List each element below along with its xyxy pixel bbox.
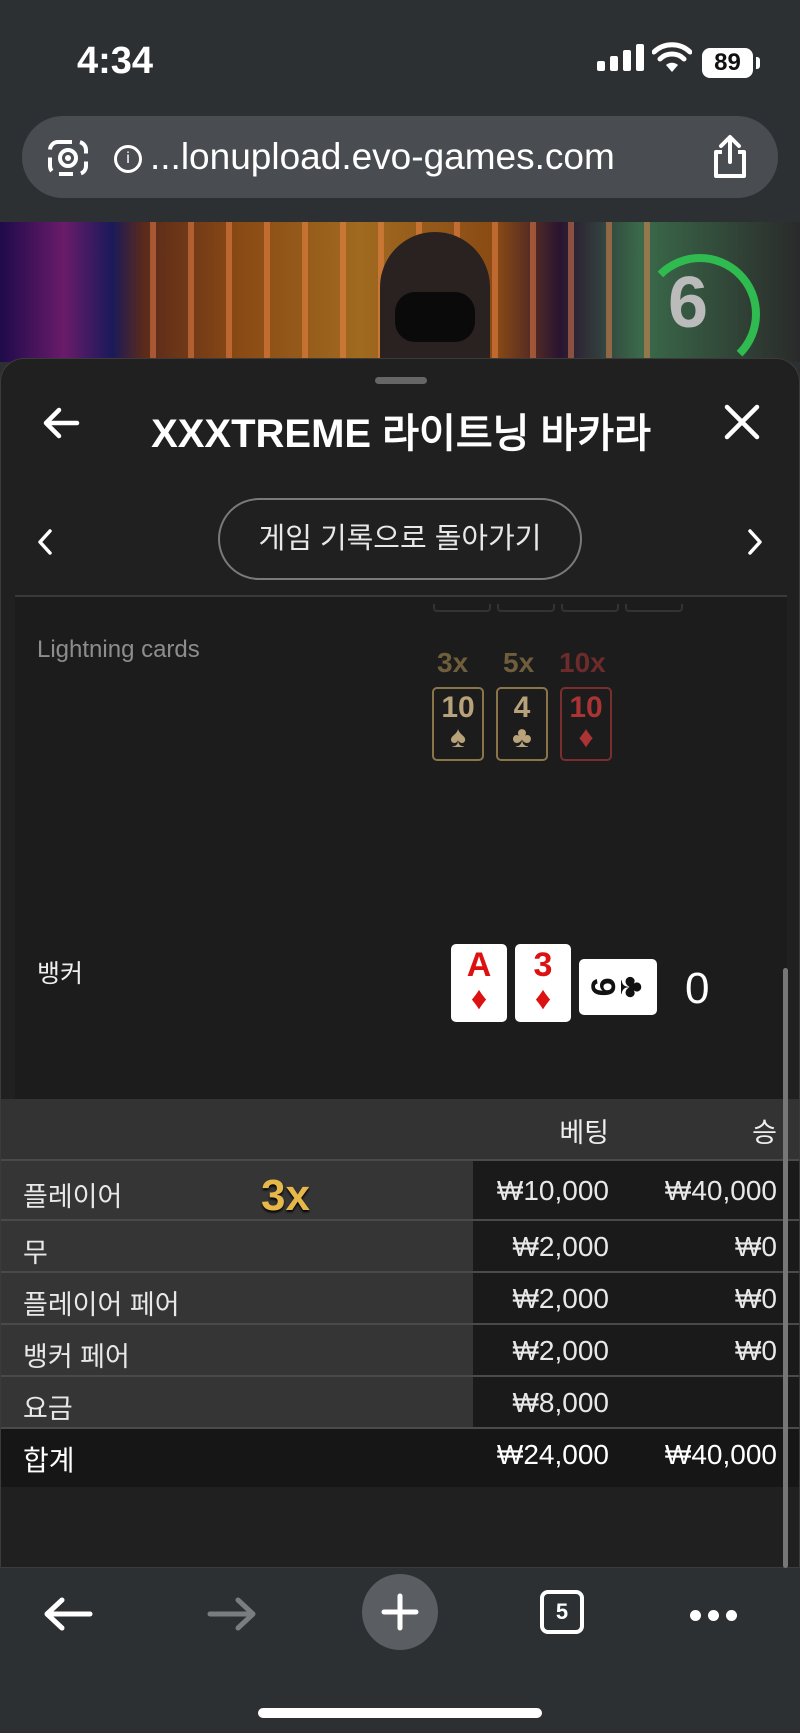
close-icon[interactable] xyxy=(723,403,761,446)
status-time: 4:34 xyxy=(77,40,154,82)
url-text[interactable]: i ...lonupload.evo-games.com xyxy=(114,136,615,178)
drag-handle[interactable] xyxy=(375,377,427,384)
total-win: ₩40,000 xyxy=(664,1439,777,1470)
bet-type: 요금 xyxy=(23,1394,73,1424)
card-stub xyxy=(625,604,683,612)
column-header-win: 승 xyxy=(752,1118,777,1148)
browser-toolbar: 5 xyxy=(0,1568,800,1733)
bet-amount: ₩2,000 xyxy=(512,1335,610,1366)
status-bar: 4:34 89 xyxy=(0,0,800,115)
banker-card: A ♦ xyxy=(451,944,507,1022)
win-amount: ₩0 xyxy=(735,1335,777,1366)
back-icon[interactable] xyxy=(42,1594,94,1639)
battery-indicator: 89 xyxy=(702,48,760,78)
diamond-icon: ♦ xyxy=(578,721,594,754)
card-stub xyxy=(497,604,555,612)
club-icon: ♣ xyxy=(613,975,652,999)
more-menu-icon[interactable] xyxy=(690,1608,744,1626)
lens-icon[interactable] xyxy=(46,136,90,180)
banker-card: 3 ♦ xyxy=(515,944,571,1022)
next-round-chevron-icon[interactable] xyxy=(745,527,765,562)
club-icon: ♣ xyxy=(512,721,532,754)
panel-title: XXXTREME 라이트닝 바카라 xyxy=(151,412,651,456)
wifi-icon xyxy=(651,42,693,79)
bet-amount: ₩10,000 xyxy=(496,1175,609,1206)
countdown-timer: 6 xyxy=(668,263,709,343)
banker-score: 0 xyxy=(685,964,710,1013)
bet-amount: ₩2,000 xyxy=(512,1283,610,1314)
column-header-bet: 베팅 xyxy=(559,1118,609,1148)
game-history-panel: XXXTREME 라이트닝 바카라 게임 기록으로 돌아가기 Lightning… xyxy=(0,358,800,1568)
home-indicator[interactable] xyxy=(258,1708,542,1718)
win-amount: ₩0 xyxy=(735,1231,777,1262)
bets-table: 베팅 승 플레이어 3x ₩10,000 ₩40,000 무 ₩2,000 ₩0… xyxy=(1,1099,799,1487)
bet-type: 플레이어 xyxy=(23,1182,123,1212)
bet-amount: ₩2,000 xyxy=(512,1231,610,1262)
back-to-history-button[interactable]: 게임 기록으로 돌아가기 xyxy=(218,498,582,580)
table-row: 요금 ₩8,000 xyxy=(1,1375,799,1427)
bet-amount: ₩8,000 xyxy=(512,1387,610,1418)
share-icon[interactable] xyxy=(710,134,750,185)
spade-icon: ♠ xyxy=(450,721,466,754)
total-label: 합계 xyxy=(23,1445,75,1476)
cellular-signal-icon xyxy=(597,44,649,71)
card-rank: A xyxy=(466,946,492,984)
win-amount: ₩40,000 xyxy=(664,1175,777,1206)
table-header: 베팅 승 xyxy=(1,1099,799,1159)
url-value: ...lonupload.evo-games.com xyxy=(150,136,615,177)
card-rank: 3 xyxy=(533,946,553,984)
bet-type: 플레이어 페어 xyxy=(23,1290,180,1320)
live-video: 6 xyxy=(0,222,800,362)
bet-type: 뱅커 페어 xyxy=(23,1342,130,1372)
table-row: 뱅커 페어 ₩2,000 ₩0 xyxy=(1,1323,799,1375)
card-stub xyxy=(561,604,619,612)
site-info-icon[interactable]: i xyxy=(114,145,142,174)
lightning-multiplier: 10x xyxy=(559,647,606,678)
scrollbar[interactable] xyxy=(783,968,788,1568)
diamond-icon: ♦ xyxy=(534,980,552,1016)
banker-card-sideways: 9 ♣ xyxy=(579,959,657,1015)
banker-label: 뱅커 xyxy=(37,960,84,988)
card-stub xyxy=(433,604,491,612)
table-total-row: 합계 ₩24,000 ₩40,000 xyxy=(1,1427,799,1487)
table-row: 플레이어 페어 ₩2,000 ₩0 xyxy=(1,1271,799,1323)
new-tab-button[interactable] xyxy=(362,1574,438,1650)
bet-type: 무 xyxy=(23,1238,48,1268)
forward-icon[interactable] xyxy=(206,1594,258,1639)
table-row: 플레이어 3x ₩10,000 ₩40,000 xyxy=(1,1159,799,1220)
address-bar[interactable]: i ...lonupload.evo-games.com xyxy=(22,116,778,198)
lightning-card: 4 ♣ xyxy=(496,687,548,761)
round-detail xyxy=(15,597,787,1099)
lightning-card: 10 ♦ xyxy=(560,687,612,761)
dealer-mask xyxy=(395,292,475,342)
applied-multiplier: 3x xyxy=(261,1171,310,1220)
win-amount: ₩0 xyxy=(735,1283,777,1314)
previous-round-chevron-icon[interactable] xyxy=(35,527,55,562)
card-rank: 10 xyxy=(441,691,475,724)
card-rank: 4 xyxy=(513,691,531,724)
total-bet: ₩24,000 xyxy=(496,1439,609,1470)
diamond-icon: ♦ xyxy=(470,980,488,1016)
lightning-cards-label: Lightning cards xyxy=(37,636,200,663)
lightning-multiplier: 5x xyxy=(503,647,535,678)
table-row: 무 ₩2,000 ₩0 xyxy=(1,1219,799,1271)
lightning-multiplier: 3x xyxy=(437,647,469,678)
lightning-card: 10 ♠ xyxy=(432,687,484,761)
plus-icon xyxy=(381,1593,419,1631)
tab-switcher-button[interactable]: 5 xyxy=(540,1590,584,1634)
card-rank: 10 xyxy=(569,691,603,724)
